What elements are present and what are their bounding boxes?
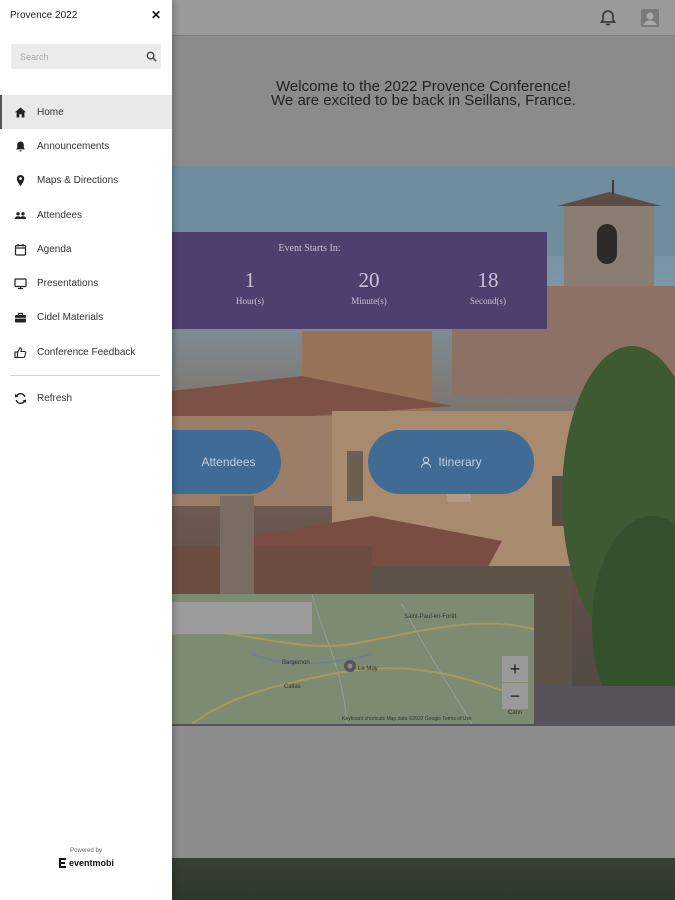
user-icon bbox=[421, 456, 432, 468]
search-field bbox=[11, 44, 161, 69]
map-zoom-out-button[interactable]: − bbox=[502, 683, 528, 709]
welcome-line-2: We are excited to be back in Seillans, F… bbox=[271, 92, 576, 109]
countdown-minutes: 20 Minute(s) bbox=[329, 268, 409, 306]
powered-by: Powered by eventmobi bbox=[0, 848, 172, 874]
app-title: Provence 2022 bbox=[10, 10, 78, 21]
nav-item-presentations[interactable]: Presentations bbox=[0, 266, 172, 300]
calendar-icon bbox=[14, 243, 27, 256]
map-place-label: Cann bbox=[508, 710, 522, 716]
nav-item-announcements[interactable]: Announcements bbox=[0, 129, 172, 163]
eventmobi-logo-icon bbox=[58, 858, 66, 868]
itinerary-button-label: Itinerary bbox=[438, 455, 482, 469]
nav-divider bbox=[10, 375, 160, 376]
nav-item-label: Presentations bbox=[37, 278, 99, 290]
map-zoom-in-button[interactable]: + bbox=[502, 656, 528, 682]
content-section bbox=[172, 726, 675, 858]
map-place-label: Callas bbox=[284, 684, 301, 690]
search-icon[interactable] bbox=[146, 51, 157, 62]
refresh-label: Refresh bbox=[37, 392, 73, 404]
nav-item-label: Agenda bbox=[37, 243, 72, 255]
countdown-title: Event Starts In: bbox=[278, 243, 341, 254]
map-search-box[interactable] bbox=[172, 602, 312, 634]
countdown-hours: 1 Hour(s) bbox=[210, 268, 290, 306]
nav-item-label: Conference Feedback bbox=[37, 346, 136, 358]
monitor-icon bbox=[14, 278, 27, 290]
welcome-banner: Welcome to the 2022 Provence Conference!… bbox=[172, 36, 675, 166]
nav-item-label: Cidel Materials bbox=[37, 312, 104, 324]
nav-item-label: Attendees bbox=[37, 209, 83, 221]
countdown-seconds: 18 Second(s) bbox=[448, 268, 528, 306]
itinerary-button[interactable]: Itinerary bbox=[368, 430, 534, 494]
profile-avatar-icon[interactable] bbox=[640, 8, 660, 28]
seconds-value: 18 bbox=[477, 268, 499, 292]
nav-menu: Home Announcements Maps & Directions Att… bbox=[0, 95, 172, 369]
navigation-drawer: Provence 2022 ✕ Home Announcements bbox=[0, 0, 172, 900]
hours-value: 1 bbox=[244, 268, 256, 292]
nav-item-agenda[interactable]: Agenda bbox=[0, 232, 172, 266]
powered-by-text: Powered by bbox=[70, 848, 102, 854]
map-place-label: Le Muy bbox=[358, 666, 378, 672]
seconds-label: Second(s) bbox=[470, 296, 506, 306]
map-place-label: Saint-Paul-en-Forêt bbox=[404, 614, 457, 620]
nav-item-maps-directions[interactable]: Maps & Directions bbox=[0, 164, 172, 198]
people-icon bbox=[14, 211, 27, 219]
nav-item-home[interactable]: Home bbox=[0, 95, 172, 130]
notifications-bell-icon[interactable] bbox=[598, 8, 618, 28]
nav-item-label: Maps & Directions bbox=[37, 175, 119, 187]
search-input[interactable] bbox=[11, 44, 141, 69]
refresh-icon bbox=[15, 392, 26, 404]
minutes-value: 20 bbox=[358, 268, 380, 292]
nav-item-label: Announcements bbox=[37, 140, 110, 152]
briefcase-icon bbox=[15, 313, 26, 323]
nav-item-conference-feedback[interactable]: Conference Feedback bbox=[0, 335, 172, 369]
map-attribution: Keyboard shortcuts Map data ©2022 Google… bbox=[342, 716, 472, 722]
home-icon bbox=[15, 107, 26, 118]
close-icon[interactable]: ✕ bbox=[150, 9, 162, 21]
countdown-timer: Event Starts In: 1 Hour(s) 20 Minute(s) … bbox=[172, 232, 547, 329]
refresh-button[interactable]: Refresh bbox=[0, 381, 172, 415]
eventmobi-logo[interactable]: eventmobi bbox=[58, 857, 114, 869]
nav-item-cidel-materials[interactable]: Cidel Materials bbox=[0, 301, 172, 335]
nav-item-attendees[interactable]: Attendees bbox=[0, 198, 172, 232]
attendees-button-label: Attendees bbox=[201, 455, 256, 469]
bottom-image-strip bbox=[172, 858, 675, 900]
hours-label: Hour(s) bbox=[236, 296, 264, 306]
minutes-label: Minute(s) bbox=[351, 296, 387, 306]
map-place-label: Bargemon bbox=[282, 660, 310, 666]
brand-name: eventmobi bbox=[68, 858, 114, 868]
map-pin-icon bbox=[16, 175, 25, 187]
thumbs-up-icon bbox=[14, 346, 27, 358]
nav-item-label: Home bbox=[37, 106, 64, 118]
bell-icon bbox=[16, 141, 25, 152]
location-map[interactable]: Saint-Paul-en-Forêt Bargemon Callas Le M… bbox=[172, 594, 534, 724]
